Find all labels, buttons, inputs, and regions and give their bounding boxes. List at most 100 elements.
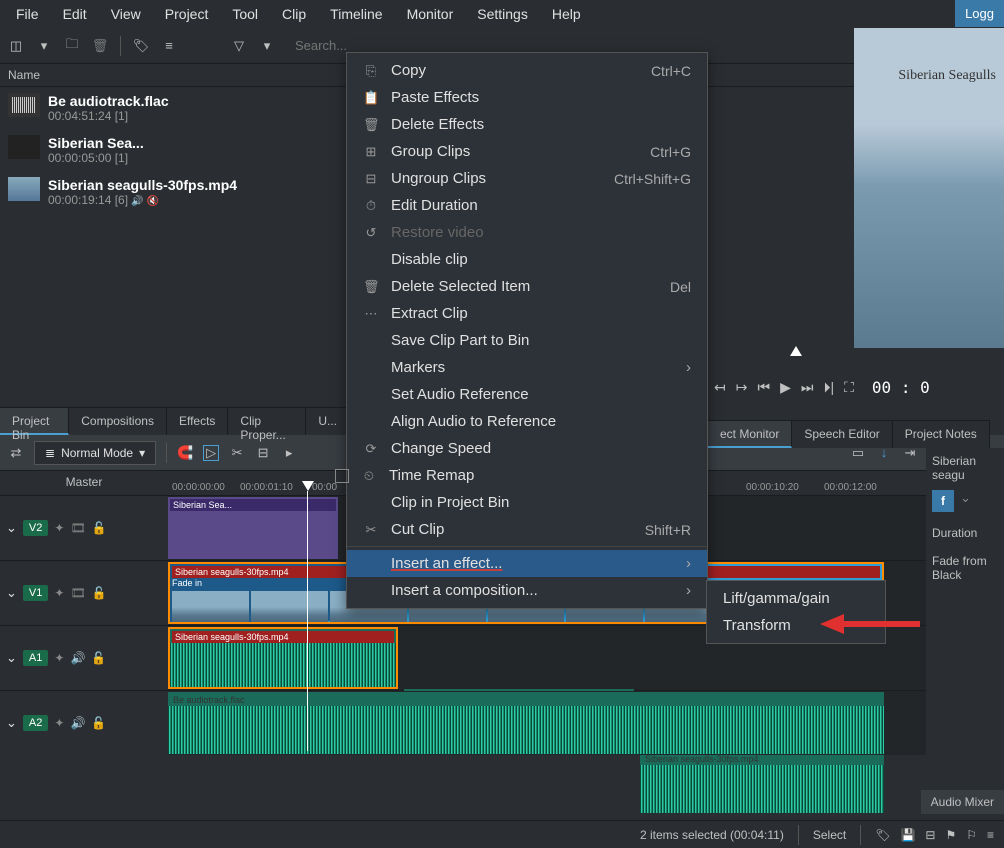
menu-item-disable-clip[interactable]: Disable clip bbox=[347, 246, 707, 273]
zone-in-icon[interactable]: ↤ bbox=[714, 379, 726, 396]
menu-monitor[interactable]: Monitor bbox=[395, 2, 466, 26]
menu-settings[interactable]: Settings bbox=[465, 2, 540, 26]
flag-icon[interactable]: ⚑ bbox=[945, 828, 956, 842]
film-icon[interactable]: 🎞 bbox=[70, 521, 85, 535]
play-icon[interactable]: ▶ bbox=[780, 379, 791, 396]
expand-icon[interactable]: ⌄ bbox=[6, 585, 17, 601]
menu-item-save-clip-part[interactable]: Save Clip Part to Bin bbox=[347, 327, 707, 354]
effects-icon[interactable]: ✦ bbox=[54, 521, 64, 535]
menu-item-delete-selected[interactable]: 🗑Delete Selected ItemDel bbox=[347, 273, 707, 300]
tag-icon[interactable]: 🏷 bbox=[875, 828, 890, 842]
tab-project-bin[interactable]: Project Bin bbox=[0, 408, 69, 435]
scissors-icon[interactable]: ✂ bbox=[229, 445, 245, 461]
edit-mode-dropdown[interactable]: ≣ Normal Mode ▾ bbox=[34, 441, 156, 465]
tab-project-notes[interactable]: Project Notes bbox=[893, 421, 990, 448]
hamburger-icon[interactable]: ≡ bbox=[987, 828, 994, 842]
timeline-clip[interactable]: Be audiotrack.flac bbox=[168, 692, 884, 754]
timeline-clip[interactable]: Siberian seagulls-30fps.mp4 bbox=[168, 627, 398, 689]
effects-icon[interactable]: ✦ bbox=[54, 586, 64, 600]
end-icon[interactable]: ⏵| bbox=[823, 379, 834, 396]
menu-tool[interactable]: Tool bbox=[220, 2, 270, 26]
rewind-icon[interactable]: ⏮ bbox=[757, 379, 770, 396]
submenu-item-lift-gamma-gain[interactable]: Lift/gamma/gain bbox=[707, 585, 885, 612]
menu-project[interactable]: Project bbox=[153, 2, 221, 26]
menu-item-ungroup[interactable]: ⊟Ungroup ClipsCtrl+Shift+G bbox=[347, 165, 707, 192]
login-button[interactable]: Logg bbox=[955, 0, 1004, 27]
menu-item-extract-clip[interactable]: ⋯Extract Clip bbox=[347, 300, 707, 327]
expand-icon[interactable]: ⌄ bbox=[6, 650, 17, 666]
track-header[interactable]: ⌄ V1 ✦ 🎞 🔓 bbox=[0, 561, 168, 625]
folder-icon[interactable]: 🗀 bbox=[64, 38, 80, 54]
hamburger-icon[interactable]: ≡ bbox=[161, 38, 177, 54]
spacer-icon[interactable]: ⊟ bbox=[255, 445, 271, 461]
chevron-down-icon[interactable]: ⌄ bbox=[960, 490, 971, 512]
playhead-icon[interactable] bbox=[302, 481, 314, 491]
chevron-down-icon[interactable]: ▾ bbox=[259, 38, 275, 54]
flag-icon[interactable]: ⚐ bbox=[966, 828, 977, 842]
expand-icon[interactable]: ⌄ bbox=[6, 520, 17, 536]
menu-item-insert-composition[interactable]: Insert a composition...› bbox=[347, 577, 707, 604]
tab-speech-editor[interactable]: Speech Editor bbox=[792, 421, 892, 448]
menu-item-set-audio-ref[interactable]: Set Audio Reference bbox=[347, 381, 707, 408]
effect-enabled-button[interactable]: f bbox=[932, 490, 954, 512]
menu-help[interactable]: Help bbox=[540, 2, 593, 26]
monitor-playhead-icon[interactable] bbox=[790, 346, 802, 356]
effects-icon[interactable]: ✦ bbox=[54, 651, 64, 665]
filter-icon[interactable]: ▽ bbox=[231, 38, 247, 54]
chevron-down-icon[interactable]: ▾ bbox=[36, 38, 52, 54]
menu-item-markers[interactable]: Markers› bbox=[347, 354, 707, 381]
tracks-icon[interactable]: ⇄ bbox=[8, 445, 24, 461]
clock-icon: ⏱ bbox=[363, 198, 379, 214]
thumbnail-icon[interactable]: ⊟ bbox=[925, 828, 935, 842]
speaker-icon[interactable]: 🔊 bbox=[70, 716, 85, 730]
menu-item-edit-duration[interactable]: ⏱Edit Duration bbox=[347, 192, 707, 219]
track-header[interactable]: ⌄ A1 ✦ 🔊 🔓 bbox=[0, 626, 168, 690]
zone-out-icon[interactable]: ↦ bbox=[736, 379, 748, 396]
fullscreen-icon[interactable]: ⛶ bbox=[844, 379, 854, 396]
effects-icon[interactable]: ✦ bbox=[54, 716, 64, 730]
menu-item-cut-clip[interactable]: ✂Cut ClipShift+R bbox=[347, 516, 707, 543]
magnet-icon[interactable]: 🧲 bbox=[177, 445, 193, 461]
tab-clip-properties[interactable]: Clip Proper... bbox=[228, 408, 306, 435]
lock-icon[interactable]: 🔓 bbox=[91, 651, 106, 665]
menu-edit[interactable]: Edit bbox=[51, 2, 99, 26]
menu-item-copy[interactable]: ⎘CopyCtrl+C bbox=[347, 57, 707, 84]
speaker-icon[interactable]: 🔊 bbox=[70, 651, 85, 665]
expand-icon[interactable]: ⌄ bbox=[6, 715, 17, 731]
monitor-tabs: ect Monitor Speech Editor Project Notes bbox=[708, 420, 990, 448]
lock-icon[interactable]: 🔓 bbox=[91, 716, 106, 730]
menu-item-insert-effect[interactable]: Insert an effect...› bbox=[347, 550, 707, 577]
tab-audio-mixer[interactable]: Audio Mixer bbox=[921, 790, 1004, 814]
tag-icon[interactable]: 🏷 bbox=[133, 38, 149, 54]
forward-icon[interactable]: ⏭ bbox=[801, 379, 814, 396]
menu-item-change-speed[interactable]: ⟳Change Speed bbox=[347, 435, 707, 462]
film-icon[interactable]: 🎞 bbox=[70, 586, 85, 600]
menu-item-paste-effects[interactable]: 📋Paste Effects bbox=[347, 84, 707, 111]
timeline-clip[interactable]: Siberian seagulls-30fps.mp4 bbox=[640, 751, 884, 813]
menu-clip[interactable]: Clip bbox=[270, 2, 318, 26]
add-clip-icon[interactable]: ◫ bbox=[8, 38, 24, 54]
submenu-item-transform[interactable]: Transform bbox=[707, 612, 885, 639]
lock-icon[interactable]: 🔓 bbox=[92, 586, 107, 600]
pointer-icon[interactable]: ▷ bbox=[203, 445, 219, 461]
menu-item-clip-in-bin[interactable]: Clip in Project Bin bbox=[347, 489, 707, 516]
menu-item-delete-effects[interactable]: 🗑Delete Effects bbox=[347, 111, 707, 138]
track-header[interactable]: ⌄ V2 ✦ 🎞 🔓 bbox=[0, 496, 168, 560]
menu-item-group[interactable]: ⊞Group ClipsCtrl+G bbox=[347, 138, 707, 165]
tab-project-monitor[interactable]: ect Monitor bbox=[708, 421, 792, 448]
save-icon[interactable]: 💾 bbox=[900, 828, 915, 842]
separator bbox=[347, 546, 707, 547]
tab-compositions[interactable]: Compositions bbox=[69, 408, 167, 435]
menu-timeline[interactable]: Timeline bbox=[318, 2, 394, 26]
tab-effects[interactable]: Effects bbox=[167, 408, 228, 435]
timeline-clip[interactable]: Siberian Sea... bbox=[168, 497, 338, 559]
menu-file[interactable]: File bbox=[4, 2, 51, 26]
delete-icon[interactable]: 🗑 bbox=[92, 38, 108, 54]
tab-undo[interactable]: U... bbox=[306, 408, 350, 435]
track-header[interactable]: ⌄ A2 ✦ 🔊 🔓 bbox=[0, 691, 168, 755]
menu-item-time-remap[interactable]: ⏲Time Remap bbox=[347, 462, 707, 489]
overflow-icon[interactable]: ▸ bbox=[281, 445, 297, 461]
menu-view[interactable]: View bbox=[99, 2, 153, 26]
lock-icon[interactable]: 🔓 bbox=[92, 521, 107, 535]
menu-item-align-audio[interactable]: Align Audio to Reference bbox=[347, 408, 707, 435]
